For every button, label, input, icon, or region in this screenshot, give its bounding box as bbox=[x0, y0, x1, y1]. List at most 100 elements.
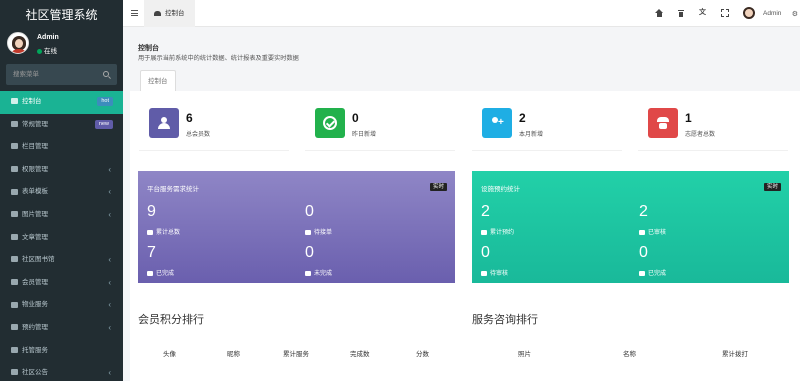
tab-dashboard[interactable]: 控制台 bbox=[144, 0, 195, 27]
add-user-icon bbox=[490, 116, 504, 130]
chevron-left-icon: ‹ bbox=[108, 187, 111, 197]
file-check-icon bbox=[639, 229, 645, 235]
bars-icon bbox=[11, 143, 18, 150]
sidebar-item-articles[interactable]: 文章管理 bbox=[0, 227, 123, 250]
sidebar-item-notices[interactable]: 社区公告 ‹ bbox=[0, 362, 123, 381]
table-header: 昵称 bbox=[227, 351, 240, 358]
form-icon bbox=[11, 188, 18, 195]
stats-row: 6 总会员数 0 昨日新增 2 本月新增 1 志愿者总数 bbox=[139, 99, 800, 159]
list-icon bbox=[11, 279, 18, 286]
hand-icon bbox=[11, 346, 18, 353]
top-user-menu[interactable]: Admin bbox=[743, 4, 781, 23]
stat-label: 昨日新增 bbox=[352, 132, 377, 138]
realtime-tag: 实时 bbox=[429, 183, 447, 191]
stat-icon-box bbox=[149, 108, 179, 138]
menu-toggle-icon[interactable] bbox=[131, 10, 138, 16]
metric-label: 累计总数 bbox=[147, 227, 180, 236]
card-title: 设施预约统计 bbox=[481, 186, 520, 193]
top-user-name: Admin bbox=[763, 10, 782, 17]
heart-icon bbox=[639, 270, 645, 276]
user-icon bbox=[11, 301, 18, 308]
stat-value: 1 bbox=[685, 111, 692, 125]
sidebar-item-dashboard[interactable]: 控制台 hot bbox=[0, 91, 123, 114]
app-title[interactable]: 社区管理系统 bbox=[0, 0, 123, 30]
stat-volunteers: 1 志愿者总数 bbox=[638, 99, 788, 151]
home-icon[interactable] bbox=[655, 9, 663, 17]
tab-dashboard-content[interactable]: 控制台 bbox=[140, 70, 176, 91]
metric-value: 2 bbox=[639, 203, 648, 220]
avatar bbox=[7, 32, 29, 54]
online-dot-icon bbox=[37, 48, 42, 54]
booking-stats-card: 设施预约统计 实时 2 累计预约 2 已审核 0 待审核 0 已完成 bbox=[472, 171, 789, 283]
sidebar-item-label: 会员管理 bbox=[22, 278, 48, 286]
ranking-title: 会员积分排行 bbox=[138, 314, 204, 326]
sidebar-search bbox=[6, 64, 117, 85]
metric-value: 0 bbox=[639, 244, 648, 261]
service-stats-card: 平台服务需求统计 实时 9 累计总数 0 待接单 7 已完成 0 未完成 bbox=[138, 171, 455, 283]
metric-label: 累计预约 bbox=[481, 227, 514, 236]
metric-value: 9 bbox=[147, 203, 156, 220]
sidebar-item-label: 社区公告 bbox=[22, 369, 48, 377]
metric-label: 已完成 bbox=[639, 268, 666, 277]
stat-value: 6 bbox=[186, 111, 193, 125]
avatar bbox=[743, 7, 755, 20]
copy-icon bbox=[11, 369, 18, 376]
heart-outline-icon bbox=[305, 270, 311, 276]
card-title: 平台服务需求统计 bbox=[147, 186, 199, 193]
stat-icon-box bbox=[648, 108, 678, 138]
metric-label: 待接单 bbox=[305, 227, 332, 236]
topbar: 控制台 文 Admin ⚙ bbox=[123, 0, 800, 27]
user-name: Admin bbox=[37, 34, 59, 41]
sidebar-item-label: 常规管理 bbox=[22, 120, 48, 128]
chevron-left-icon: ‹ bbox=[108, 322, 111, 332]
stat-total-members: 6 总会员数 bbox=[139, 99, 289, 151]
sidebar-item-property[interactable]: 物业服务 ‹ bbox=[0, 294, 123, 317]
stat-value: 2 bbox=[519, 111, 526, 125]
sidebar-item-label: 物业服务 bbox=[22, 301, 48, 309]
stat-label: 总会员数 bbox=[186, 132, 211, 138]
user-status: 在线 bbox=[37, 45, 57, 55]
stat-new-yesterday: 0 昨日新增 bbox=[305, 99, 455, 151]
sidebar-item-columns[interactable]: 栏目管理 bbox=[0, 136, 123, 159]
user-status-label: 在线 bbox=[44, 48, 57, 55]
sidebar-item-permissions[interactable]: 权限管理 ‹ bbox=[0, 159, 123, 182]
sidebar-item-custody[interactable]: 托管服务 bbox=[0, 340, 123, 363]
metric-value: 0 bbox=[305, 244, 314, 261]
consult-title: 服务咨询排行 bbox=[472, 314, 538, 326]
new-badge: new bbox=[94, 119, 113, 129]
table-header: 完成数 bbox=[350, 351, 370, 358]
settings-icon[interactable]: ⚙ bbox=[792, 10, 798, 18]
heart-icon bbox=[147, 270, 153, 276]
chevron-left-icon: ‹ bbox=[108, 255, 111, 265]
stat-label: 本月新增 bbox=[519, 132, 544, 138]
sidebar-item-label: 控制台 bbox=[22, 98, 42, 105]
sidebar-item-label: 托管服务 bbox=[22, 346, 48, 354]
stat-icon-box bbox=[315, 108, 345, 138]
sidebar-item-booking[interactable]: 预约管理 ‹ bbox=[0, 317, 123, 340]
table-header: 头像 bbox=[163, 351, 176, 358]
volunteer-icon bbox=[656, 116, 670, 130]
language-icon[interactable]: 文 bbox=[699, 9, 707, 17]
sidebar-item-general[interactable]: 常规管理 new bbox=[0, 114, 123, 137]
sidebar-item-images[interactable]: 图片管理 ‹ bbox=[0, 204, 123, 227]
dashboard-icon bbox=[154, 10, 161, 16]
metric-value: 0 bbox=[481, 244, 490, 261]
metric-value: 0 bbox=[305, 203, 314, 220]
content-header: 控制台 用于展示当前系统中的统计数据、统计报表及重要实时数据 控制台 bbox=[130, 35, 800, 91]
fullscreen-icon[interactable] bbox=[721, 9, 729, 17]
users-icon bbox=[157, 116, 171, 130]
group-icon bbox=[11, 166, 18, 173]
dashboard-icon bbox=[11, 98, 18, 105]
sidebar-item-library[interactable]: 社区图书馆 ‹ bbox=[0, 249, 123, 272]
sidebar-item-members[interactable]: 会员管理 ‹ bbox=[0, 272, 123, 295]
search-icon[interactable] bbox=[103, 71, 109, 77]
sidebar-item-label: 文章管理 bbox=[22, 233, 48, 241]
sidebar-item-forms[interactable]: 表单模板 ‹ bbox=[0, 181, 123, 204]
hot-badge: hot bbox=[97, 97, 113, 106]
chart-icon bbox=[147, 229, 153, 235]
cross-icon bbox=[481, 270, 487, 276]
trash-icon[interactable] bbox=[677, 9, 685, 17]
realtime-tag: 实时 bbox=[763, 183, 781, 191]
metric-label: 已审核 bbox=[639, 227, 666, 236]
search-input[interactable] bbox=[6, 64, 96, 85]
